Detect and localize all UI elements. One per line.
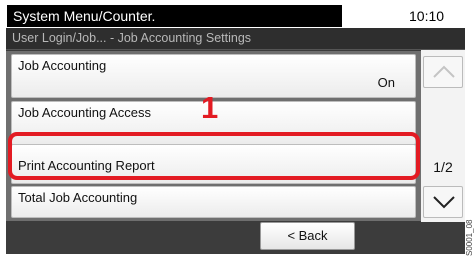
page-indicator: 1/2 <box>433 159 453 175</box>
figure-code: S0001_08 <box>465 219 474 256</box>
footer-bar: < Back <box>6 222 465 254</box>
menu-item-total-job-accounting[interactable]: Total Job Accounting <box>11 186 416 218</box>
figure-code-text: S0001_08 <box>465 219 474 256</box>
scroll-down-button[interactable] <box>423 186 463 218</box>
menu-item-label: Job Accounting Access <box>18 105 151 120</box>
breadcrumb: User Login/Job... - Job Accounting Setti… <box>6 28 465 50</box>
scroll-up-button[interactable] <box>423 56 463 88</box>
menu-item-label: Total Job Accounting <box>18 190 138 205</box>
menu-item-value: On <box>377 75 395 90</box>
title-bar: System Menu/Counter. 10:10 <box>0 0 474 28</box>
back-button[interactable]: < Back <box>260 222 355 250</box>
callout-highlight <box>8 132 420 180</box>
step-number: 1 <box>201 90 219 125</box>
chevron-up-icon <box>433 65 455 78</box>
chevron-down-icon <box>433 196 455 209</box>
menu-item-label: Job Accounting <box>18 58 107 73</box>
screen-title: System Menu/Counter. <box>7 5 342 27</box>
clock: 10:10 <box>409 8 445 24</box>
pager: 1/2 <box>421 50 465 222</box>
